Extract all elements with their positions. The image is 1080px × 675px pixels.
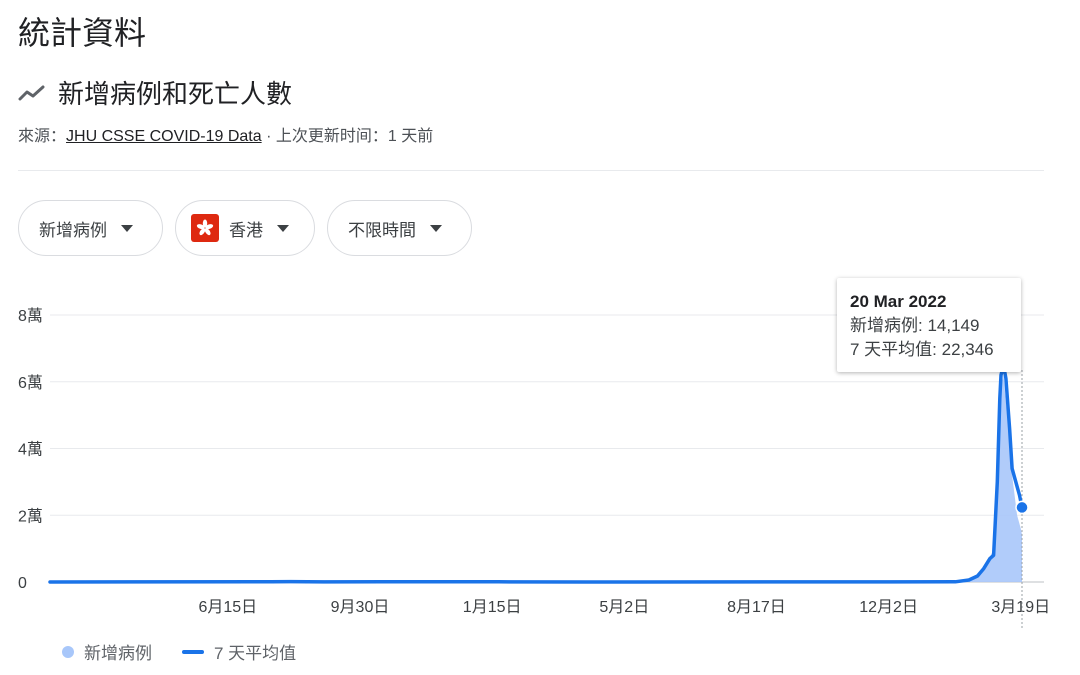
hong-kong-flag-icon xyxy=(191,214,219,242)
source-prefix: 來源： xyxy=(18,128,67,145)
legend-average-label: 7 天平均值 xyxy=(214,644,297,663)
x-tick-label: 5月2日 xyxy=(599,599,649,616)
tooltip-date: 20 Mar 2022 xyxy=(850,292,947,311)
period-dropdown[interactable]: 不限時間 xyxy=(327,200,472,256)
tooltip-cases: 新增病例: 14,149 xyxy=(850,316,980,335)
metric-dropdown-label: 新增病例 xyxy=(39,220,107,240)
chart-tooltip: 20 Mar 2022 新增病例: 14,149 7 天平均值: 22,346 xyxy=(837,278,1021,372)
source-link[interactable]: JHU CSSE COVID-19 Data xyxy=(66,128,262,145)
caret-down-icon xyxy=(277,224,289,232)
legend-cases-swatch xyxy=(62,645,74,658)
x-tick-label: 12月2日 xyxy=(859,599,918,616)
x-tick-label: 8月17日 xyxy=(727,599,786,616)
source-line: 來源：JHU CSSE COVID-19 Data · 上次更新时间：1 天前 xyxy=(18,122,433,146)
legend-cases-label: 新增病例 xyxy=(84,644,152,663)
metric-dropdown[interactable]: 新增病例 xyxy=(18,200,163,256)
y-tick-label: 2萬 xyxy=(18,507,43,525)
y-tick-label: 8萬 xyxy=(18,307,43,325)
x-tick-label: 6月15日 xyxy=(198,599,257,616)
average-line xyxy=(48,363,1024,584)
trend-line-icon xyxy=(18,85,45,100)
x-tick-label: 9月30日 xyxy=(331,599,390,616)
region-dropdown[interactable]: 香港 xyxy=(175,200,315,256)
subtitle-row: 新增病例和死亡人數 xyxy=(18,74,292,111)
caret-down-icon xyxy=(121,224,133,232)
chart-legend: 新增病例 7 天平均值 xyxy=(62,639,296,664)
y-tick-label: 0 xyxy=(18,575,27,592)
legend-average-swatch xyxy=(182,649,204,654)
new-cases-area xyxy=(50,375,1022,582)
tooltip-average: 7 天平均值: 22,346 xyxy=(850,340,994,359)
highlight-point xyxy=(1015,500,1029,515)
region-dropdown-label: 香港 xyxy=(229,220,263,240)
period-dropdown-label: 不限時間 xyxy=(348,220,416,240)
chart-subtitle: 新增病例和死亡人數 xyxy=(58,79,293,109)
divider xyxy=(18,170,1044,171)
y-tick-label: 6萬 xyxy=(18,374,43,392)
caret-down-icon xyxy=(430,224,442,232)
x-tick-label: 3月19日 xyxy=(991,599,1050,616)
y-tick-label: 4萬 xyxy=(18,441,43,459)
x-tick-label: 1月15日 xyxy=(463,599,522,616)
update-time: · 上次更新时间：1 天前 xyxy=(261,128,434,145)
page-title: 統計資料 xyxy=(18,15,147,51)
